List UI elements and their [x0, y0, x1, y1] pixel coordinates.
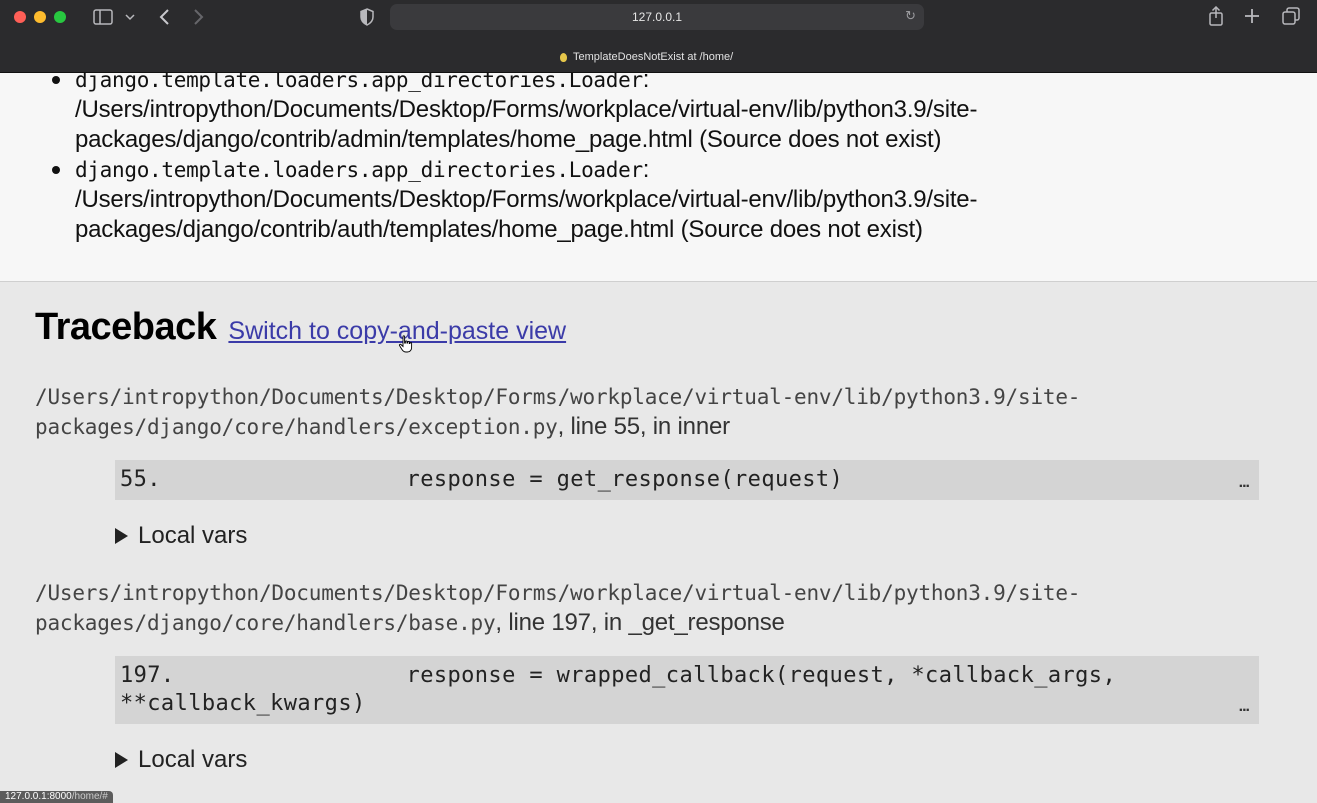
disclosure-triangle-icon [115, 528, 128, 544]
loader-name: django.template.loaders.app_directories.… [75, 73, 643, 92]
minimize-window-button[interactable] [34, 11, 46, 23]
plus-icon[interactable] [1244, 8, 1260, 24]
source-note: (Source does not exist) [699, 126, 942, 153]
shield-icon[interactable] [359, 8, 375, 26]
local-vars-label: Local vars [138, 522, 248, 549]
local-vars-label: Local vars [138, 746, 248, 773]
share-icon[interactable] [1207, 6, 1225, 26]
back-icon[interactable] [158, 8, 170, 26]
frame-line-info: , line 55, in inner [557, 413, 731, 440]
browser-toolbar: 127.0.0.1 ↻ TemplateDoesNotExist at /hom… [0, 0, 1317, 73]
sidebar-icon[interactable] [93, 9, 113, 25]
close-window-button[interactable] [14, 11, 26, 23]
url-text: 127.0.0.1 [631, 10, 683, 24]
frame-file-path-1: /Users/intropython/Documents/Desktop/For… [35, 581, 1081, 605]
tabs-icon[interactable] [1282, 7, 1300, 25]
django-debug-page: django.template.loaders.app_directories.… [0, 73, 1317, 803]
code-line: 197. response = wrapped_callback(request… [120, 663, 1117, 716]
list-item: django.template.loaders.app_directories.… [52, 73, 1085, 155]
list-item: django.template.loaders.app_directories.… [52, 155, 1085, 245]
frame-line-info: , line 197, in _get_response [495, 609, 785, 636]
traceback-heading: Traceback Switch to copy-and-paste view [35, 306, 566, 349]
favicon-icon [560, 52, 567, 62]
expand-context-button[interactable]: ... [1239, 698, 1250, 716]
chevron-down-icon[interactable] [125, 13, 135, 21]
active-tab[interactable]: TemplateDoesNotExist at /home/ [560, 49, 733, 65]
disclosure-triangle-icon [115, 752, 128, 768]
local-vars-toggle[interactable]: Local vars [115, 746, 247, 774]
code-line: 55. response = get_response(request) [120, 467, 844, 492]
hand-cursor-icon [398, 335, 413, 353]
expand-context-button[interactable]: ... [1239, 474, 1250, 492]
local-vars-toggle[interactable]: Local vars [115, 522, 247, 550]
frame-location: /Users/intropython/Documents/Desktop/For… [35, 578, 1155, 638]
frame-file-path-2: packages/django/core/handlers/base.py [35, 611, 496, 635]
bullet [52, 166, 60, 174]
bullet [52, 76, 60, 84]
tab-title: TemplateDoesNotExist at /home/ [573, 51, 734, 63]
code-context[interactable]: 55. response = get_response(request) ... [115, 460, 1259, 500]
forward-icon[interactable] [193, 8, 205, 26]
traceback-title: Traceback [35, 306, 217, 348]
zoom-window-button[interactable] [54, 11, 66, 23]
status-bar-url: 127.0.0.1:8000/home/# [0, 791, 113, 803]
address-bar[interactable]: 127.0.0.1 ↻ [390, 4, 924, 30]
source-note: (Source does not exist) [680, 216, 923, 243]
code-context[interactable]: 197. response = wrapped_callback(request… [115, 656, 1259, 724]
loader-name: django.template.loaders.app_directories.… [75, 158, 643, 182]
frame-file-path-1: /Users/intropython/Documents/Desktop/For… [35, 385, 1081, 409]
frame-location: /Users/intropython/Documents/Desktop/For… [35, 382, 1155, 442]
frame-file-path-2: packages/django/core/handlers/exception.… [35, 415, 558, 439]
traceback-section: Traceback Switch to copy-and-paste view … [0, 282, 1317, 803]
template-loader-postmortem: django.template.loaders.app_directories.… [0, 73, 1317, 282]
reload-icon[interactable]: ↻ [905, 9, 916, 24]
